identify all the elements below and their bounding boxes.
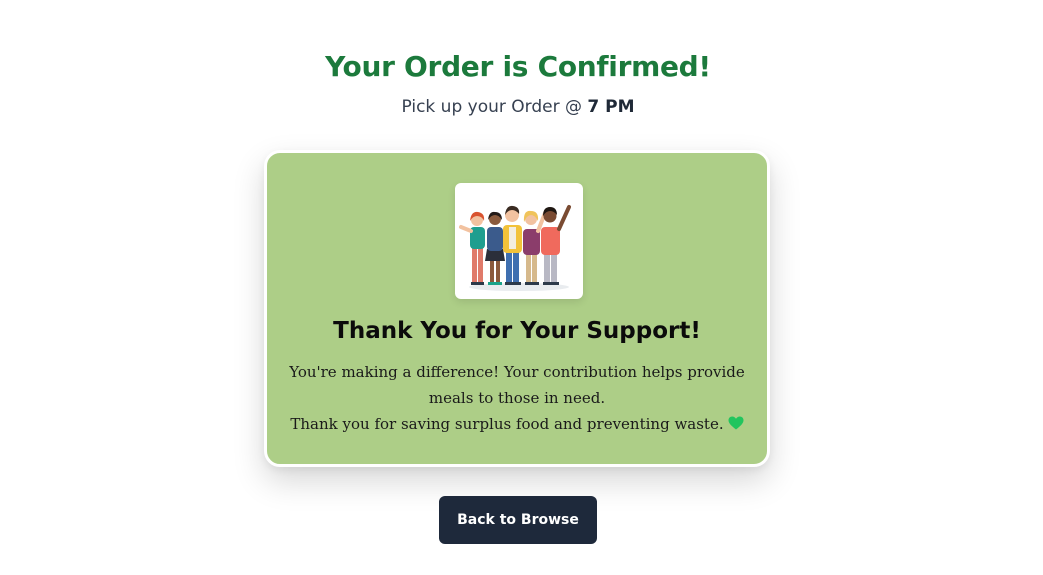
order-confirmation-page: Your Order is Confirmed! Pick up your Or… <box>0 0 1043 575</box>
back-to-browse-button[interactable]: Back to Browse <box>439 496 597 544</box>
message-line-1: You're making a difference! Your contrib… <box>289 363 745 407</box>
pickup-info: Pick up your Order @ 7 PM <box>0 97 1036 117</box>
group-of-people-celebrating-icon <box>455 183 583 299</box>
card-message: You're making a difference! Your contrib… <box>287 359 747 437</box>
pickup-time: 7 PM <box>587 97 635 117</box>
green-heart-icon <box>728 416 744 430</box>
thank-you-card: Thank You for Your Support! You're makin… <box>264 150 770 467</box>
message-line-2-text: Thank you for saving surplus food and pr… <box>290 415 724 433</box>
pickup-prefix: Pick up your Order @ <box>401 97 582 117</box>
card-heading: Thank You for Your Support! <box>333 318 701 344</box>
page-title: Your Order is Confirmed! <box>325 50 711 83</box>
message-line-2: Thank you for saving surplus food and pr… <box>287 411 747 437</box>
